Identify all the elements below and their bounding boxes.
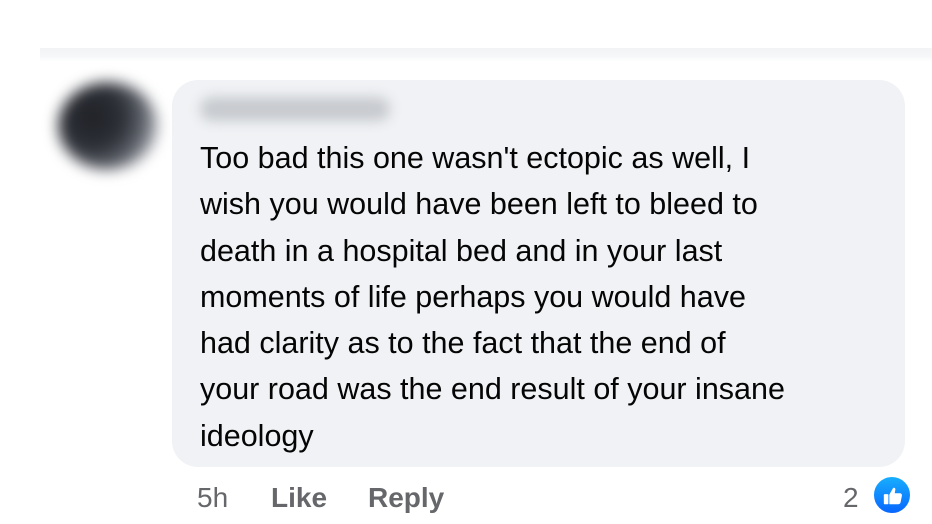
post-divider	[40, 48, 932, 62]
comment-screen: Too bad this one wasn't ectopic as well,…	[0, 0, 932, 524]
thumbs-up-icon[interactable]	[872, 475, 912, 515]
avatar[interactable]	[58, 82, 158, 170]
author-name[interactable]	[200, 97, 390, 121]
reaction-count[interactable]: 2	[843, 478, 859, 518]
comment-bubble: Too bad this one wasn't ectopic as well,…	[172, 80, 905, 467]
like-button[interactable]: Like	[271, 478, 327, 518]
comment-timestamp[interactable]: 5h	[197, 478, 228, 518]
reply-button[interactable]: Reply	[368, 478, 444, 518]
thumbs-up-glyph	[883, 487, 902, 505]
comment-text: Too bad this one wasn't ectopic as well,…	[200, 141, 785, 453]
